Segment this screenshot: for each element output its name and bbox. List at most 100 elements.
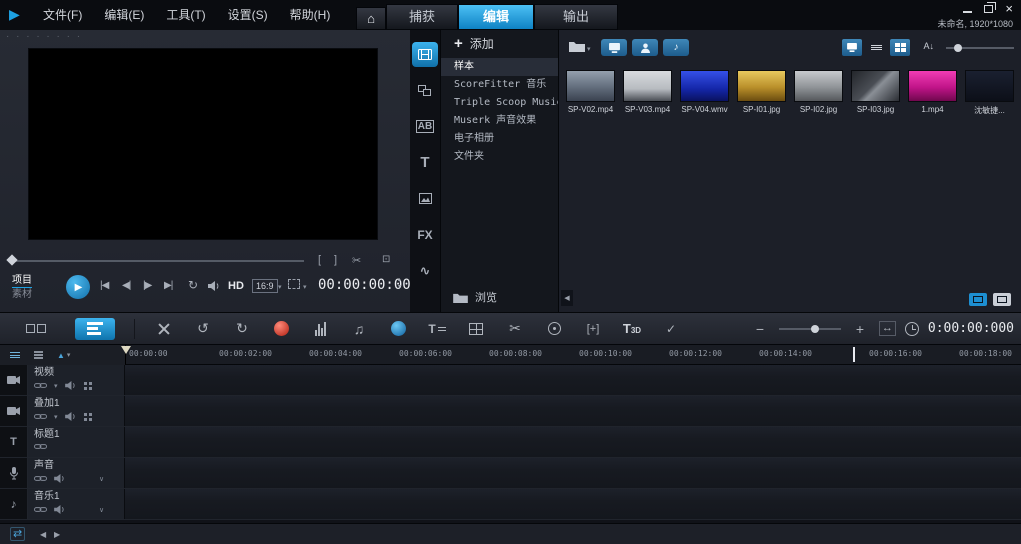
split-clip-icon[interactable]: ✂ xyxy=(352,254,361,267)
import-caret-icon[interactable]: ▾ xyxy=(587,45,591,53)
title-3d-button[interactable]: T3D xyxy=(622,318,642,340)
video-track-type-button[interactable] xyxy=(0,365,28,395)
zoom-slider-knob[interactable] xyxy=(811,325,819,333)
loop-button[interactable]: ↻ xyxy=(188,278,197,292)
track-manager-button[interactable] xyxy=(10,351,20,360)
nav-item-photo-album[interactable]: 电子相册 xyxy=(441,130,558,148)
menu-help[interactable]: 帮助(H) xyxy=(279,6,342,23)
mute-speaker-icon[interactable] xyxy=(54,505,66,514)
overlay-track-header[interactable]: 叠加1 ▾ xyxy=(28,396,125,426)
media-item[interactable]: SP-V04.wmv xyxy=(680,70,729,116)
mute-speaker-icon[interactable] xyxy=(65,381,77,390)
video-track-lane[interactable] xyxy=(125,365,1021,395)
play-button[interactable]: ▶ xyxy=(66,275,90,299)
collapse-panel-button[interactable]: ◀ xyxy=(561,290,573,306)
scrubber-thumb[interactable] xyxy=(6,254,17,265)
nav-item-muserk[interactable]: Muserk 声音效果 xyxy=(441,112,558,130)
filter-video-button[interactable] xyxy=(601,39,627,56)
media-item[interactable]: 沈敏捷... xyxy=(965,70,1014,116)
scroll-right-button[interactable]: ▶ xyxy=(54,530,60,539)
timeline-ruler[interactable]: 00:00:00 00:00:02:00 00:00:04:00 00:00:0… xyxy=(125,345,1021,365)
restore-icon[interactable] xyxy=(984,5,993,13)
graphics-category-button[interactable] xyxy=(412,186,438,211)
nav-item-scorefitter[interactable]: ScoreFitter 音乐 xyxy=(441,76,558,94)
pane-view-button[interactable] xyxy=(842,39,862,56)
media-item[interactable]: SP-V02.mp4 xyxy=(566,70,615,116)
preview-timecode[interactable]: 00:00:00:000 xyxy=(318,277,419,293)
ruler-options-button[interactable]: ▲ ▾ xyxy=(57,351,70,360)
menu-file[interactable]: 文件(F) xyxy=(32,6,93,23)
subtitle-editor-button[interactable]: T xyxy=(427,318,447,340)
thumbnail-image[interactable] xyxy=(566,70,615,102)
thumbnail-image[interactable] xyxy=(851,70,900,102)
filter-category-button[interactable]: FX xyxy=(412,222,438,247)
link-icon[interactable] xyxy=(34,475,47,482)
undo-button[interactable]: ↺ xyxy=(193,318,213,340)
close-icon[interactable]: × xyxy=(1005,4,1013,14)
tab-edit[interactable]: 编辑 xyxy=(458,4,534,30)
thumbnail-view-button[interactable] xyxy=(890,39,910,56)
filter-audio-button[interactable]: ♪ xyxy=(663,39,689,56)
caret-down-icon[interactable]: ▾ xyxy=(54,413,58,421)
motion-path-category-button[interactable]: ∿ xyxy=(412,258,438,283)
timecode-spinner[interactable]: ▴▾ xyxy=(398,277,401,291)
mark-out-icon[interactable]: ] xyxy=(334,254,337,266)
resize-preview-icon[interactable] xyxy=(288,279,300,289)
duration-clock-icon[interactable] xyxy=(905,322,919,336)
mode-project[interactable]: 项目 xyxy=(12,274,32,288)
sound-mixer-button[interactable] xyxy=(310,318,330,340)
timeline-zoom-slider[interactable] xyxy=(779,328,841,330)
tab-home[interactable]: ⌂ xyxy=(356,7,386,30)
nav-item-triple-scoop[interactable]: Triple Scoop Music xyxy=(441,94,558,112)
add-library-button[interactable]: + 添加 xyxy=(441,30,558,56)
music-track-header[interactable]: 音乐1 ∨ xyxy=(28,489,125,519)
filter-photo-button[interactable] xyxy=(632,39,658,56)
link-icon[interactable] xyxy=(34,413,47,420)
library-menu-button[interactable] xyxy=(993,293,1011,306)
media-item[interactable]: 1.mp4 xyxy=(908,70,957,116)
thumbnail-image[interactable] xyxy=(794,70,843,102)
link-icon[interactable] xyxy=(34,506,47,513)
overlay-track-type-button[interactable] xyxy=(0,396,28,426)
painting-creator-button[interactable] xyxy=(388,318,408,340)
enlarge-preview-icon[interactable]: ⊡ xyxy=(382,254,390,265)
thumbnail-image[interactable] xyxy=(737,70,786,102)
menu-edit[interactable]: 编辑(E) xyxy=(93,6,155,23)
split-screen-button[interactable] xyxy=(466,318,486,340)
zoom-out-button[interactable]: − xyxy=(750,318,770,340)
ripple-edit-icon[interactable] xyxy=(84,413,92,421)
redo-button[interactable]: ↻ xyxy=(232,318,252,340)
mask-creator-button[interactable]: ✓ xyxy=(661,318,681,340)
media-item[interactable]: SP-V03.mp4 xyxy=(623,70,672,116)
voice-track-type-button[interactable] xyxy=(0,458,28,488)
mute-speaker-icon[interactable] xyxy=(54,474,66,483)
media-category-button[interactable] xyxy=(412,42,438,67)
subtitle-category-button[interactable]: AB xyxy=(412,114,438,139)
thumbnail-image[interactable] xyxy=(965,70,1014,102)
tab-capture[interactable]: 捕获 xyxy=(386,4,458,30)
smart-proxy-button[interactable] xyxy=(969,293,987,306)
preview-screen[interactable] xyxy=(28,48,378,240)
track-height-button[interactable] xyxy=(34,350,43,360)
music-track-type-button[interactable]: ♪ xyxy=(0,489,28,519)
media-item[interactable]: SP-I01.jpg xyxy=(737,70,786,116)
title-track-lane[interactable] xyxy=(125,427,1021,457)
mute-speaker-icon[interactable] xyxy=(65,412,77,421)
link-icon[interactable] xyxy=(34,443,47,450)
zoom-in-button[interactable]: + xyxy=(850,318,870,340)
music-track-lane[interactable] xyxy=(125,489,1021,519)
scroll-left-button[interactable]: ◀ xyxy=(40,530,46,539)
storyboard-view-button[interactable] xyxy=(16,318,56,340)
thumbnail-image[interactable] xyxy=(680,70,729,102)
tab-share[interactable]: 输出 xyxy=(534,4,618,30)
video-track-header[interactable]: 视频 ▾ xyxy=(28,365,125,395)
title-track-header[interactable]: 标题1 xyxy=(28,427,125,457)
menu-settings[interactable]: 设置(S) xyxy=(217,6,279,23)
caret-down-icon[interactable]: ▾ xyxy=(54,382,58,390)
thumbnail-image[interactable] xyxy=(623,70,672,102)
expand-track-icon[interactable]: ∨ xyxy=(99,506,104,514)
mark-in-icon[interactable]: [ xyxy=(318,254,321,266)
nav-item-folders[interactable]: 文件夹 xyxy=(441,148,558,166)
ripple-edit-icon[interactable] xyxy=(84,382,92,390)
transition-category-button[interactable] xyxy=(412,78,438,103)
